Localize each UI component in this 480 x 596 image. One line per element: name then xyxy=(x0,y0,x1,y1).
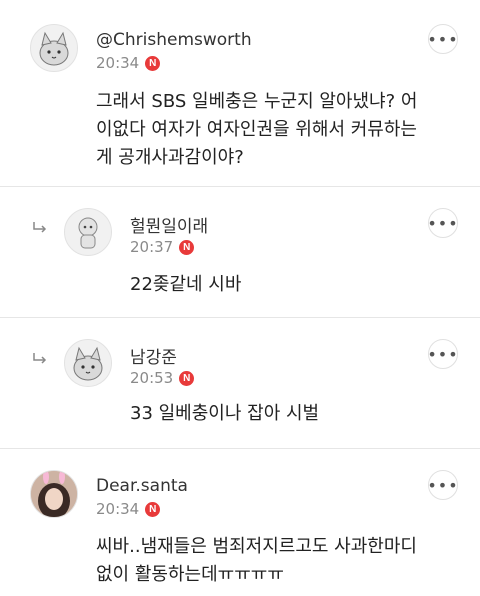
avatar[interactable] xyxy=(64,208,112,256)
comment-time: 20:53 N xyxy=(130,369,195,387)
comment-author[interactable]: Dear.santa xyxy=(96,476,188,496)
comment-time: 20:34 N xyxy=(96,54,161,72)
new-badge: N xyxy=(179,239,195,255)
cat-icon xyxy=(39,31,69,66)
more-options-button[interactable]: ••• xyxy=(427,339,458,369)
avatar[interactable] xyxy=(64,339,112,387)
cat-icon xyxy=(73,346,103,381)
comment-text-line: 그래서 SBS 일베충은 누군지 알아냈냐? 어 xyxy=(96,91,418,112)
more-options-button[interactable]: ••• xyxy=(427,208,458,238)
reply-arrow-icon xyxy=(33,353,47,364)
comment-text: 씨바..냄재들은 범죄저지르고도 사과한마디 없이 활동하는데ㅠㅠㅠㅠ xyxy=(96,533,417,589)
comment-author[interactable]: 헐뭔일이래 xyxy=(130,212,208,237)
comment-text: 그래서 SBS 일베충은 누군지 알아냈냐? 어 이없다 여자가 여자인권을 위… xyxy=(96,88,417,172)
avatar[interactable] xyxy=(30,24,78,72)
timestamp: 20:34 xyxy=(96,500,140,518)
comment-3: 남강준 20:53 N ••• 33 일베충이나 잡아 시벌 xyxy=(0,318,480,448)
timestamp: 20:53 xyxy=(130,369,174,387)
more-options-button[interactable]: ••• xyxy=(427,470,458,500)
new-badge: N xyxy=(179,370,195,386)
comment-text-line: 33 일베충이나 잡아 시벌 xyxy=(130,403,320,424)
new-badge: N xyxy=(145,501,161,517)
comment-text-line: 씨바..냄재들은 범죄저지르고도 사과한마디 xyxy=(96,536,417,557)
comment-1: @Chrishemsworth 20:34 N ••• 그래서 SBS 일베충은… xyxy=(0,0,480,186)
comment-text-line: 게 공개사과감이야? xyxy=(96,147,244,168)
comment-text-line: 22좆같네 시바 xyxy=(130,274,242,295)
timestamp: 20:37 xyxy=(130,238,174,256)
new-badge: N xyxy=(145,55,161,71)
timestamp: 20:34 xyxy=(96,54,140,72)
comment-author[interactable]: @Chrishemsworth xyxy=(96,30,252,50)
photo-avatar-icon xyxy=(31,471,77,517)
comment-4: Dear.santa 20:34 N ••• 씨바..냄재들은 범죄저지르고도 … xyxy=(0,449,480,596)
comment-text-line: 없이 활동하는데ㅠㅠㅠㅠ xyxy=(96,564,284,585)
comment-2: 헐뭔일이래 20:37 N ••• 22좆같네 시바 xyxy=(0,187,480,317)
comment-text: 22좆같네 시바 xyxy=(130,271,241,299)
reply-arrow-icon xyxy=(33,222,47,233)
comment-author[interactable]: 남강준 xyxy=(130,343,177,368)
comment-time: 20:37 N xyxy=(130,238,195,256)
comment-text-line: 이없다 여자가 여자인권을 위해서 커뮤하는 xyxy=(96,119,417,140)
more-options-button[interactable]: ••• xyxy=(427,24,458,54)
comment-time: 20:34 N xyxy=(96,500,161,518)
avatar[interactable] xyxy=(30,470,78,518)
doll-icon xyxy=(78,217,98,249)
comment-text: 33 일베충이나 잡아 시벌 xyxy=(130,400,319,428)
